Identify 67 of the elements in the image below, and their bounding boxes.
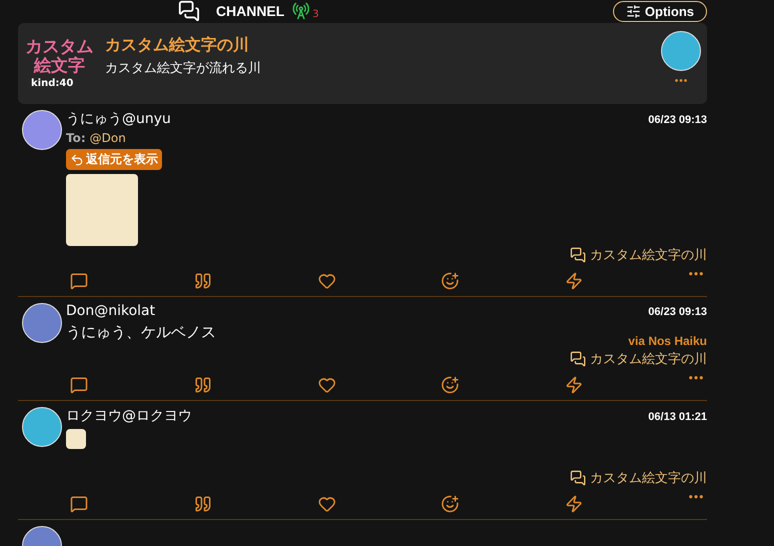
options-button[interactable]: Options xyxy=(612,0,707,22)
chat-icon xyxy=(178,0,200,22)
owner-avatar[interactable] xyxy=(661,31,701,71)
smile-plus-icon xyxy=(441,376,460,394)
quote-button[interactable] xyxy=(194,272,212,290)
heart-icon xyxy=(318,495,336,513)
quote-button[interactable] xyxy=(194,495,212,513)
chat-icon xyxy=(570,247,586,263)
more-icon xyxy=(688,376,703,380)
channel-link[interactable]: カスタム絵文字の川 xyxy=(570,350,707,368)
channel-link[interactable]: カスタム絵文字の川 xyxy=(570,246,707,264)
lightning-icon xyxy=(565,272,584,290)
chat-icon xyxy=(570,470,586,486)
sliders-icon xyxy=(626,4,641,18)
custom-emoji-image xyxy=(66,429,86,449)
like-button[interactable] xyxy=(318,376,336,394)
to-label: To: xyxy=(66,131,86,145)
smile-plus-icon xyxy=(441,495,460,513)
reply-icon xyxy=(70,376,88,394)
heart-icon xyxy=(318,272,336,290)
more-icon xyxy=(688,272,703,276)
chat-icon xyxy=(570,351,586,367)
quote-icon xyxy=(194,272,212,290)
sticker-image xyxy=(66,174,138,246)
user-name[interactable]: ロクヨウ@ロクヨウ xyxy=(66,407,192,425)
reply-icon xyxy=(70,272,88,290)
quote-button[interactable] xyxy=(194,376,212,394)
post-time[interactable]: 06/23 09:13 xyxy=(648,306,707,318)
post-time[interactable]: 06/13 01:21 xyxy=(648,411,707,423)
more-button[interactable] xyxy=(675,79,687,82)
reply-button[interactable] xyxy=(70,272,88,290)
reply-button[interactable] xyxy=(70,376,88,394)
zap-button[interactable] xyxy=(565,376,584,394)
channel-description: カスタム絵文字が流れる川 xyxy=(105,60,262,77)
channel-picture-text: カスタム絵文字 xyxy=(24,38,94,76)
antenna-icon xyxy=(292,2,310,20)
relay-count: 3 xyxy=(312,8,319,20)
user-name[interactable]: Don@nikolat xyxy=(66,303,156,319)
more-icon xyxy=(688,495,703,498)
reaction-button[interactable] xyxy=(441,495,460,513)
channel-name: カスタム絵文字の川 xyxy=(105,35,250,56)
user-avatar[interactable] xyxy=(22,407,62,447)
mention-link[interactable]: @Don xyxy=(90,131,126,145)
reply-button[interactable] xyxy=(70,495,88,513)
channel-link[interactable]: カスタム絵文字の川 xyxy=(570,469,707,487)
reply-arrow-icon xyxy=(70,152,84,166)
heart-icon xyxy=(318,376,336,394)
post-text: うにゅう、ケルベノス xyxy=(66,323,216,342)
client-label: via Nos Haiku xyxy=(628,334,707,348)
lightning-icon xyxy=(565,376,584,394)
post-time[interactable]: 06/23 09:13 xyxy=(648,114,707,126)
reaction-button[interactable] xyxy=(441,272,460,290)
zap-button[interactable] xyxy=(565,272,584,290)
user-avatar[interactable] xyxy=(22,110,62,150)
smile-plus-icon xyxy=(441,272,460,290)
like-button[interactable] xyxy=(318,272,336,290)
user-avatar[interactable] xyxy=(22,303,62,343)
quote-icon xyxy=(194,376,212,394)
reaction-button[interactable] xyxy=(441,376,460,394)
reply-icon xyxy=(70,495,88,513)
more-icon xyxy=(675,79,687,82)
quote-icon xyxy=(194,495,212,513)
user-name[interactable]: うにゅう@unyu xyxy=(66,110,171,128)
lightning-icon xyxy=(565,495,584,513)
zap-button[interactable] xyxy=(565,495,584,513)
page-title: CHANNEL xyxy=(216,3,284,19)
like-button[interactable] xyxy=(318,495,336,513)
